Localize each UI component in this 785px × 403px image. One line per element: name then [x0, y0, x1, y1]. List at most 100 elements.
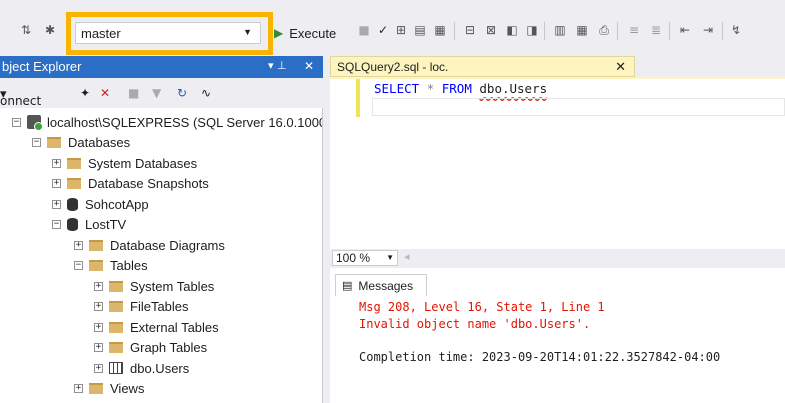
- plan-icon[interactable]: ▤: [412, 22, 428, 38]
- folder-icon: [67, 178, 81, 189]
- separator: [617, 22, 618, 40]
- tree-item[interactable]: + Graph Tables: [94, 338, 207, 358]
- debug-icon[interactable]: ✱: [42, 22, 58, 38]
- folder-icon: [47, 137, 61, 148]
- results-grid-icon[interactable]: ▦: [574, 22, 590, 38]
- disconnect-icon[interactable]: ✕: [100, 86, 110, 100]
- close-icon[interactable]: ✕: [304, 59, 314, 73]
- tree-item[interactable]: − LostTV: [52, 215, 126, 235]
- tree-item-label: localhost\SQLEXPRESS (SQL Server 16.0.10…: [47, 114, 322, 130]
- expand-icon[interactable]: +: [74, 384, 83, 393]
- folder-icon: [109, 280, 123, 292]
- expand-icon[interactable]: +: [52, 179, 61, 188]
- separator: [454, 22, 455, 40]
- indent-icon[interactable]: ⇥: [700, 22, 716, 38]
- play-icon: ▶: [274, 26, 284, 40]
- object-tree: − localhost\SQLEXPRESS (SQL Server 16.0.1…: [0, 109, 322, 403]
- tree-item[interactable]: + System Databases: [52, 153, 197, 173]
- stop-icon[interactable]: ■: [356, 22, 372, 38]
- zoom-selector[interactable]: 100 % ▼: [332, 250, 398, 266]
- query-options-icon[interactable]: ⊟: [462, 22, 478, 38]
- intellisense-icon[interactable]: ⊠: [483, 22, 499, 38]
- object-name: dbo.Users: [479, 81, 548, 96]
- highlight-box: [66, 12, 273, 55]
- uncomment-icon[interactable]: ≣: [648, 22, 664, 38]
- expand-icon[interactable]: +: [94, 363, 103, 373]
- filter-icon[interactable]: ⇅: [18, 22, 34, 38]
- results-text-icon[interactable]: ▥: [552, 22, 568, 38]
- outdent-icon[interactable]: ⇤: [677, 22, 693, 38]
- separator: [544, 22, 545, 40]
- expand-icon[interactable]: +: [94, 302, 103, 311]
- error-message-line: Invalid object name 'dbo.Users'.: [359, 317, 591, 331]
- tree-item[interactable]: + SohcotApp: [52, 194, 149, 214]
- expand-icon[interactable]: +: [52, 199, 61, 209]
- folder-icon: [109, 301, 123, 312]
- tree-item[interactable]: + Database Diagrams: [74, 235, 225, 255]
- expand-icon[interactable]: +: [74, 240, 83, 250]
- object-explorer-title-bar: bject Explorer ▾ ⊥ ✕: [0, 56, 323, 78]
- tab-sqlquery2[interactable]: SQLQuery2.sql - loc. ✕: [330, 56, 635, 77]
- tab-messages[interactable]: ▤ Messages: [335, 274, 427, 296]
- tree-item-label: Tables: [110, 258, 148, 273]
- results-file-icon[interactable]: ⎙: [596, 22, 612, 38]
- folder-icon: [109, 342, 123, 353]
- current-line-highlight: [372, 98, 785, 116]
- tree-item[interactable]: + System Tables: [94, 276, 214, 296]
- tree-item[interactable]: + dbo.Users: [94, 358, 189, 378]
- tree-item[interactable]: − Tables: [74, 256, 148, 276]
- results-grid-icon[interactable]: ▦: [432, 22, 448, 38]
- scroll-left-icon[interactable]: ◂: [404, 250, 410, 263]
- include-plan-icon[interactable]: ◧: [504, 22, 520, 38]
- folder-icon: [89, 239, 103, 251]
- tree-icon[interactable]: ⊞: [393, 22, 409, 38]
- client-stats-icon[interactable]: ◨: [524, 22, 540, 38]
- expand-icon[interactable]: +: [52, 158, 61, 168]
- tree-item-label: LostTV: [85, 217, 127, 232]
- comment-icon[interactable]: ≡: [626, 22, 642, 38]
- connect-button[interactable]: onnect ▾: [0, 86, 41, 108]
- close-icon[interactable]: ✕: [615, 59, 626, 75]
- filter-icon[interactable]: ▼: [152, 86, 161, 100]
- tree-item-label: External Tables: [130, 319, 219, 335]
- zoom-value: 100 %: [336, 251, 371, 265]
- collapse-icon[interactable]: −: [32, 138, 41, 147]
- tree-item-label: Databases: [68, 135, 131, 150]
- stop-icon[interactable]: ■: [128, 86, 139, 100]
- collapse-icon[interactable]: −: [74, 261, 83, 270]
- collapse-icon[interactable]: −: [52, 220, 61, 229]
- check-icon[interactable]: ✓: [375, 22, 391, 38]
- tree-item-label: Views: [110, 381, 145, 396]
- execute-button[interactable]: ▶ Execute: [274, 23, 336, 43]
- activity-monitor-icon[interactable]: ∿: [201, 86, 211, 100]
- folder-icon: [67, 157, 81, 169]
- tree-item[interactable]: + External Tables: [94, 317, 219, 337]
- tree-item[interactable]: − localhost\SQLEXPRESS (SQL Server 16.0.1…: [12, 112, 322, 132]
- expand-icon[interactable]: +: [94, 322, 103, 332]
- refresh-icon[interactable]: ↻: [177, 86, 187, 100]
- tree-item-label: Database Snapshots: [88, 176, 209, 191]
- tree-item-label: Graph Tables: [130, 340, 208, 355]
- tree-item[interactable]: + Views: [74, 379, 144, 399]
- database-icon: [67, 218, 78, 231]
- server-icon: [27, 115, 43, 131]
- chevron-down-icon: ▼: [386, 253, 394, 262]
- query-text[interactable]: SELECT * FROM dbo.Users: [374, 81, 547, 96]
- more-icon[interactable]: ↯: [728, 22, 744, 38]
- expand-icon[interactable]: +: [94, 281, 103, 291]
- query-editor[interactable]: SELECT * FROM dbo.Users: [330, 79, 785, 249]
- tree-item-label: Database Diagrams: [110, 237, 225, 253]
- tree-item[interactable]: + Database Snapshots: [52, 174, 209, 194]
- collapse-icon[interactable]: −: [12, 117, 21, 127]
- tree-item-label: SohcotApp: [85, 196, 149, 212]
- separator: [722, 22, 723, 40]
- pin-icon[interactable]: ▾ ⊥: [268, 59, 287, 72]
- tree-item[interactable]: + FileTables: [94, 297, 189, 317]
- toolbar: ⇅ ✱ master ▼ ▶ Execute ■ ✓ ⊞ ▤ ▦ ⊟ ⊠ ◧ ◨…: [0, 0, 785, 56]
- tree-item[interactable]: − Databases: [32, 133, 130, 153]
- connect-server-icon[interactable]: ✦: [80, 86, 90, 100]
- tree-item-label: FileTables: [130, 299, 189, 314]
- expand-icon[interactable]: +: [94, 343, 103, 352]
- object-explorer-toolbar: onnect ▾ ✦ ✕ ■ ▼ ↻ ∿: [0, 78, 323, 108]
- folder-icon: [89, 383, 103, 394]
